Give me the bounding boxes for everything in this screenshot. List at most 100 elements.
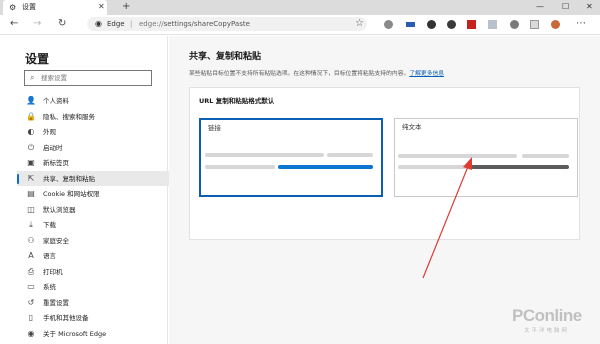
extension-icon[interactable] xyxy=(467,20,476,29)
settings-search[interactable]: ⌕ xyxy=(24,70,152,86)
sidebar-item-site-permissions[interactable]: ▤ Cookie 和网站权限 xyxy=(17,186,169,202)
sidebar-item-label: 重置设置 xyxy=(43,298,69,307)
tab-strip: ⚙ 设置 ✕ + — ☐ ✕ xyxy=(0,0,600,15)
browser-icon: ◫ xyxy=(27,204,35,214)
sidebar-item-printer[interactable]: ⎙ 打印机 xyxy=(17,264,169,280)
page-description: 某些粘贴目标位置不支持所有粘贴选项。在这种情况下，目标位置将粘贴支持的内容。了解… xyxy=(189,70,444,79)
option-plain-text[interactable]: 纯文本 xyxy=(394,118,578,197)
new-tab-icon: ▣ xyxy=(27,158,35,167)
sidebar-item-label: 新标签页 xyxy=(43,159,69,167)
option-link[interactable]: 链接 xyxy=(199,118,383,197)
user-icon: 👤 xyxy=(26,96,36,105)
sidebar-item-palette[interactable]: ◐ 外观 xyxy=(17,124,169,140)
reset-icon: ↺ xyxy=(27,297,35,307)
sidebar-item-new-tab[interactable]: ▣ 新标签页 xyxy=(17,155,169,171)
extension-icon[interactable] xyxy=(447,20,456,29)
sidebar-item-label: 个人资料 xyxy=(43,97,69,105)
tab-title: 设置 xyxy=(22,3,36,11)
sidebar-item-family[interactable]: ⚇ 家庭安全 xyxy=(17,233,169,249)
sidebar-item-download[interactable]: ⤓ 下载 xyxy=(17,217,169,233)
watermark-logo: PConline xyxy=(512,306,582,325)
sidebar-item-label: 语言 xyxy=(43,252,56,260)
site-permissions-icon: ▤ xyxy=(27,189,35,198)
sidebar-item-label: 家庭安全 xyxy=(43,236,69,245)
close-tab-icon[interactable]: ✕ xyxy=(98,2,105,12)
option-link-label: 链接 xyxy=(208,124,221,132)
sidebar-item-label: 隐私、搜索和服务 xyxy=(43,112,95,121)
extension-icon[interactable] xyxy=(406,22,415,27)
preview-link-bar xyxy=(278,165,373,169)
sidebar-item-phone[interactable]: ▯ 手机和其他设备 xyxy=(17,310,169,326)
sidebar-item-reset[interactable]: ↺ 重置设置 xyxy=(17,295,169,311)
url-scheme: edge:// xyxy=(139,20,164,28)
sidebar-item-share[interactable]: ⇱ 共享、复制和粘贴 xyxy=(17,170,169,186)
sidebar-item-label: 外观 xyxy=(43,128,56,136)
sidebar-item-label: 共享、复制和粘贴 xyxy=(43,174,95,183)
system-icon: ▭ xyxy=(27,282,35,291)
phone-icon: ▯ xyxy=(28,313,34,322)
sidebar-item-label: 打印机 xyxy=(43,267,63,276)
extension-icon[interactable] xyxy=(488,20,497,29)
sidebar-item-edge[interactable]: ◉ 关于 Microsoft Edge xyxy=(17,326,169,342)
sidebar-item-system[interactable]: ▭ 系统 xyxy=(17,279,169,295)
address-toolbar: ← → ↻ ◉ Edge | edge://settings/shareCopy… xyxy=(0,15,600,35)
share-icon: ⇱ xyxy=(27,173,35,183)
gear-icon: ⚙ xyxy=(9,3,17,12)
sidebar-item-user[interactable]: 👤 个人资料 xyxy=(17,93,169,109)
minimize-icon[interactable]: — xyxy=(536,2,544,12)
tab-settings[interactable]: ⚙ 设置 ✕ xyxy=(3,0,107,15)
sidebar-nav: 👤 个人资料 🔒 隐私、搜索和服务 ◐ 外观 ⏻ 启动时 ▣ 新标签页 ⇱ 共享、复制和粘贴 ▤ Cook… xyxy=(0,93,169,342)
description-text: 某些粘贴目标位置不支持所有粘贴选项。在这种情况下，目标位置将粘贴支持的内容。 xyxy=(189,71,410,77)
sidebar-item-label: 下载 xyxy=(43,221,56,229)
lock-icon: 🔒 xyxy=(26,111,36,121)
back-icon[interactable]: ← xyxy=(10,18,18,30)
learn-more-link[interactable]: 了解更多信息 xyxy=(409,71,444,77)
watermark-subtitle: 太平洋电脑网 xyxy=(524,328,570,334)
url-path: settings/shareCopyPaste xyxy=(163,20,250,28)
sidebar-title: 设置 xyxy=(25,52,50,66)
more-menu-icon[interactable]: ⋯ xyxy=(576,19,586,29)
watermark: PConline 太平洋电脑网 xyxy=(512,306,592,340)
language-icon: A xyxy=(28,251,34,260)
search-input[interactable] xyxy=(41,73,149,83)
printer-icon: ⎙ xyxy=(27,266,35,276)
preview-text-bar xyxy=(471,165,569,169)
url-format-card: URL 复制和粘贴格式默认 链接 纯文本 xyxy=(189,87,580,240)
palette-icon: ◐ xyxy=(27,127,35,136)
sidebar-item-label: 手机和其他设备 xyxy=(43,314,89,322)
page-title: 共享、复制和粘贴 xyxy=(189,52,262,62)
sidebar-item-lock[interactable]: 🔒 隐私、搜索和服务 xyxy=(17,109,169,125)
extension-icon[interactable] xyxy=(427,20,436,29)
extension-icon[interactable] xyxy=(510,20,519,29)
collections-icon[interactable] xyxy=(530,20,539,29)
sidebar-item-label: 默认浏览器 xyxy=(43,205,76,214)
maximize-icon[interactable]: ☐ xyxy=(562,2,569,12)
favorite-star-icon[interactable]: ☆ xyxy=(355,18,364,30)
address-bar[interactable]: ◉ Edge | edge://settings/shareCopyPaste xyxy=(87,17,367,31)
option-plain-text-label: 纯文本 xyxy=(402,123,422,131)
preview-bar xyxy=(327,153,373,157)
preview-bar xyxy=(398,154,517,158)
preview-bar xyxy=(205,165,275,169)
profile-avatar[interactable] xyxy=(551,20,560,29)
sidebar-item-label: 启动时 xyxy=(43,143,63,152)
search-icon: ⌕ xyxy=(30,73,35,82)
edge-logo-icon: ◉ xyxy=(95,19,102,28)
address-url[interactable]: edge://settings/shareCopyPaste xyxy=(139,19,250,29)
preview-bar xyxy=(522,154,569,158)
preview-bar xyxy=(205,153,324,157)
sidebar-item-power[interactable]: ⏻ 启动时 xyxy=(17,140,169,156)
power-icon: ⏻ xyxy=(27,142,35,152)
refresh-icon[interactable]: ↻ xyxy=(58,18,66,30)
card-title: URL 复制和粘贴格式默认 xyxy=(199,97,275,105)
address-brand: Edge xyxy=(107,20,125,28)
close-window-icon[interactable]: ✕ xyxy=(586,2,593,12)
sidebar-item-label: Cookie 和网站权限 xyxy=(43,190,100,198)
settings-main: 共享、复制和粘贴 某些粘贴目标位置不支持所有粘贴选项。在这种情况下，目标位置将粘… xyxy=(169,36,600,344)
new-tab-icon[interactable]: + xyxy=(122,1,130,13)
sidebar-item-browser[interactable]: ◫ 默认浏览器 xyxy=(17,202,169,218)
extension-icon[interactable] xyxy=(384,20,393,29)
sidebar-item-label: 关于 Microsoft Edge xyxy=(43,329,107,338)
sidebar-item-language[interactable]: A 语言 xyxy=(17,248,169,264)
forward-icon[interactable]: → xyxy=(33,18,41,30)
